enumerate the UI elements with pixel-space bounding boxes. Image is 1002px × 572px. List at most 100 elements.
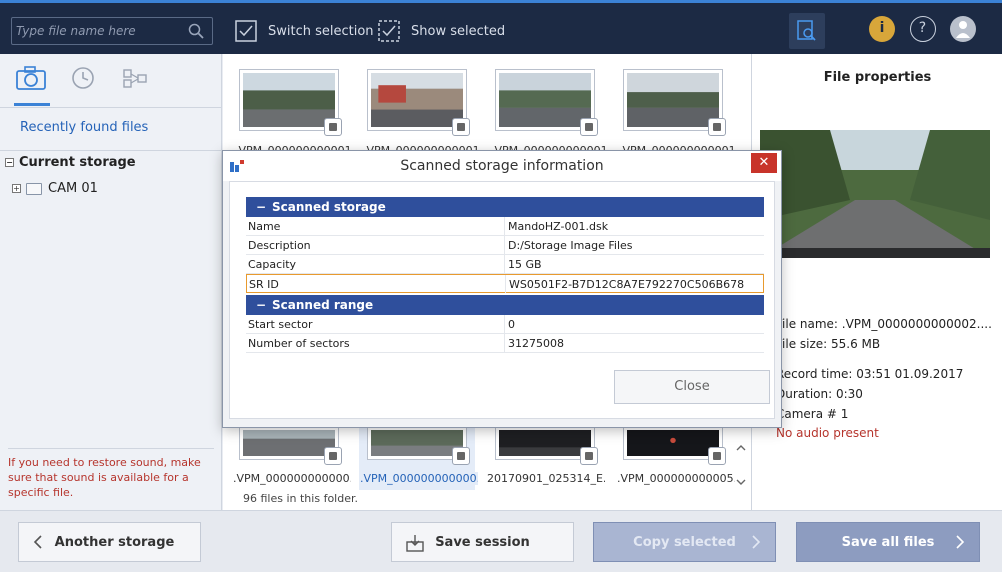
search-input[interactable]: [16, 22, 186, 40]
search-box[interactable]: [11, 17, 213, 45]
dialog-title: Scanned storage information: [400, 158, 604, 174]
row-key: Start sector: [248, 318, 313, 331]
row-key: Capacity: [248, 258, 297, 271]
switch-selection-label: Switch selection: [268, 23, 374, 39]
select-checkbox[interactable]: [452, 447, 470, 465]
folder-icon: [26, 182, 42, 195]
select-checkbox[interactable]: [580, 118, 598, 136]
files-count: 96 files in this folder.: [243, 492, 358, 505]
row-key: Number of sectors: [248, 337, 350, 350]
scrollbar[interactable]: [734, 442, 748, 490]
select-checkbox[interactable]: [324, 118, 342, 136]
dialog-header: Scanned storage information ✕: [223, 151, 781, 181]
video-thumbnail-image: [499, 430, 591, 456]
tab-time[interactable]: [68, 64, 104, 94]
video-thumbnail-image: [627, 73, 719, 127]
info-row: Name MandoHZ-001.dsk: [246, 217, 764, 236]
file-thumbnail[interactable]: [367, 426, 470, 465]
close-icon[interactable]: ✕: [751, 153, 777, 173]
prop-duration: Duration: 0:30: [776, 387, 863, 401]
prop-camera: Camera # 1: [776, 407, 849, 421]
row-value: 0: [508, 318, 515, 331]
select-checkbox[interactable]: [324, 447, 342, 465]
save-session-label: Save session: [435, 534, 530, 550]
file-name[interactable]: 20170901_025314_E...: [487, 472, 605, 485]
info-row: Description D:/Storage Image Files: [246, 236, 764, 255]
video-thumbnail-image: [371, 430, 463, 456]
column-divider: [504, 236, 505, 254]
tab-camera[interactable]: [14, 64, 50, 106]
info-row: Start sector 0: [246, 315, 764, 334]
user-avatar-icon[interactable]: [950, 16, 976, 42]
show-selected-button[interactable]: Show selected: [377, 17, 505, 45]
current-storage-label: Current storage: [19, 155, 136, 170]
file-thumbnail[interactable]: [495, 426, 598, 465]
select-checkbox[interactable]: [452, 118, 470, 136]
row-key: SR ID: [249, 278, 279, 291]
collapse-section-icon[interactable]: −: [256, 197, 272, 217]
save-session-icon: [406, 535, 424, 552]
user-silhouette-icon: [956, 21, 970, 38]
file-properties-panel: File properties File name: .VPM_00000000…: [751, 54, 1002, 510]
copy-selected-button[interactable]: Copy selected: [593, 522, 776, 562]
file-thumbnail[interactable]: [623, 69, 726, 136]
collapse-section-icon[interactable]: −: [256, 295, 272, 315]
divider: [0, 150, 222, 151]
left-tabs: [0, 54, 221, 108]
file-thumbnail[interactable]: [239, 426, 342, 465]
help-icon[interactable]: ?: [910, 16, 936, 42]
tree-item-cam01[interactable]: + CAM 01: [12, 181, 98, 196]
search-icon[interactable]: [188, 23, 204, 39]
collapse-icon[interactable]: −: [5, 158, 14, 167]
file-name[interactable]: .VPM_000000000005...: [617, 472, 735, 485]
recently-found-files-link[interactable]: Recently found files: [20, 120, 148, 135]
file-name[interactable]: .VPM_000000000000...: [233, 472, 351, 485]
section-scanned-range[interactable]: − Scanned range: [246, 295, 764, 315]
select-checkbox[interactable]: [708, 447, 726, 465]
row-key: Description: [248, 239, 311, 252]
prop-file-size: File size: 55.6 MB: [776, 337, 881, 351]
camera-icon: [16, 66, 46, 90]
another-storage-label: Another storage: [54, 534, 175, 550]
section-title: Scanned storage: [272, 200, 386, 214]
section-scanned-storage[interactable]: − Scanned storage: [246, 197, 764, 217]
cam-label: CAM 01: [48, 181, 98, 196]
info-row: Capacity 15 GB: [246, 255, 764, 274]
info-row-selected[interactable]: SR ID WS0501F2-B7D12C8A7E792270C506B678: [246, 274, 764, 293]
row-value: D:/Storage Image Files: [508, 239, 633, 252]
file-thumbnail[interactable]: [495, 69, 598, 136]
save-session-button[interactable]: Save session: [391, 522, 574, 562]
save-all-files-button[interactable]: Save all files: [796, 522, 980, 562]
file-properties-title: File properties: [823, 70, 932, 85]
file-name-selected[interactable]: .VPM_000000000000...: [360, 472, 478, 485]
row-value: MandoHZ-001.dsk: [508, 220, 609, 233]
video-thumbnail-image: [371, 73, 463, 127]
row-value: 15 GB: [508, 258, 542, 271]
preview-image: [760, 130, 990, 258]
tree-current-storage[interactable]: − Current storage: [5, 155, 136, 170]
file-thumbnail[interactable]: [239, 69, 342, 136]
scan-info-button[interactable]: [789, 13, 825, 49]
bottom-action-bar: Another storage Save session Copy select…: [0, 510, 1002, 572]
another-storage-button[interactable]: Another storage: [18, 522, 201, 562]
expand-icon[interactable]: +: [12, 184, 21, 193]
chevron-right-icon: [752, 535, 761, 549]
select-checkbox[interactable]: [708, 118, 726, 136]
dialog-body: − Scanned storage Name MandoHZ-001.dsk Des…: [229, 181, 775, 419]
select-checkbox[interactable]: [580, 447, 598, 465]
close-button[interactable]: Close: [614, 370, 770, 404]
info-icon[interactable]: i: [869, 16, 895, 42]
switch-selection-button[interactable]: Switch selection: [234, 17, 374, 45]
show-selected-label: Show selected: [411, 23, 506, 39]
column-divider: [504, 255, 505, 273]
restore-sound-hint: If you need to restore sound, make sure …: [8, 448, 214, 500]
row-key: Name: [248, 220, 281, 233]
file-thumbnail[interactable]: [367, 69, 470, 136]
info-row: Number of sectors 31275008: [246, 334, 764, 353]
file-thumbnail[interactable]: [623, 426, 726, 465]
prop-file-name: File name: .VPM_0000000000002....: [776, 317, 992, 331]
tab-tree[interactable]: [120, 64, 156, 94]
document-search-icon: [797, 20, 816, 41]
chevron-right-icon: [956, 535, 965, 549]
info-glyph: i: [879, 20, 885, 36]
